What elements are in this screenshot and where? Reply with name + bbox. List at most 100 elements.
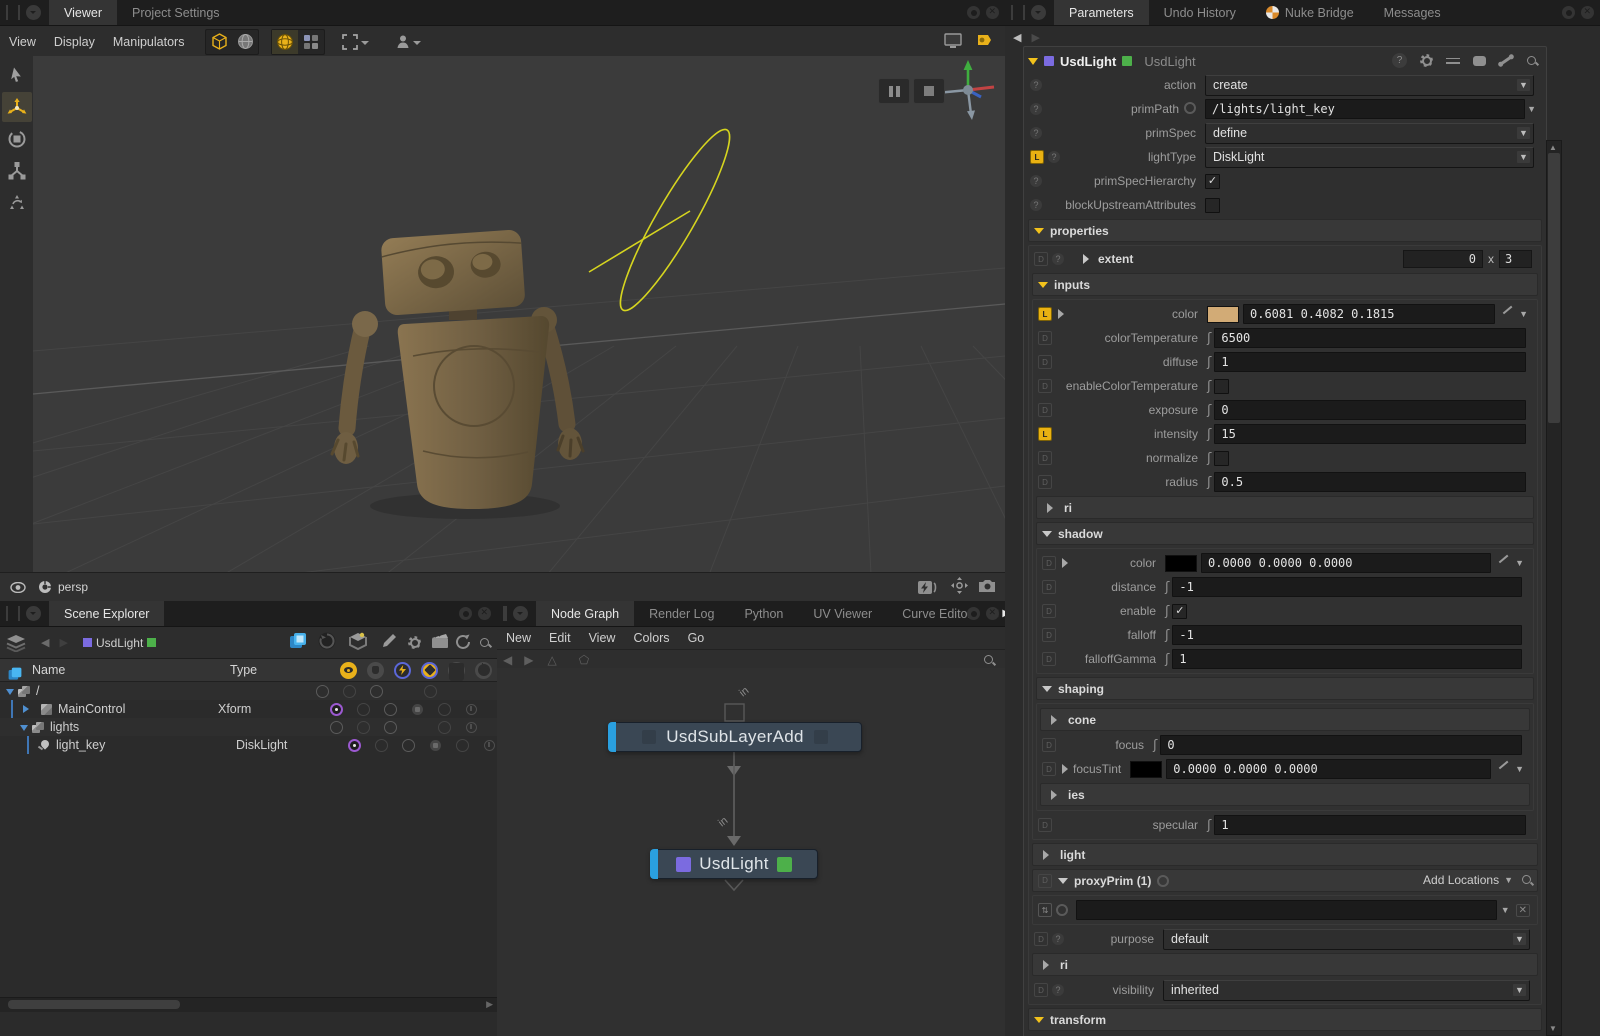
liveupdate-icon[interactable] <box>317 631 337 654</box>
help-badge-icon[interactable]: ? <box>1030 103 1042 115</box>
marquee-tool[interactable] <box>341 33 373 51</box>
visibility-toggle-on[interactable] <box>348 739 361 752</box>
help-badge-icon[interactable]: ? <box>1048 151 1060 163</box>
tab-nuke-bridge[interactable]: Nuke Bridge <box>1251 0 1369 25</box>
material-badge-icon[interactable] <box>430 740 441 751</box>
slider-toggle-icon[interactable]: ʃ <box>1165 652 1169 667</box>
diffuse-input[interactable]: 1 <box>1214 352 1526 372</box>
translate-tool[interactable] <box>2 92 32 122</box>
menu-edit[interactable]: Edit <box>540 631 580 645</box>
tiles-icon[interactable] <box>298 30 324 54</box>
globe-icon[interactable] <box>232 30 258 54</box>
clapperboard-icon[interactable] <box>431 633 449 652</box>
default-badge[interactable]: D <box>1038 403 1052 417</box>
specular-input[interactable]: 1 <box>1214 815 1526 835</box>
power-badge-icon[interactable] <box>466 704 477 715</box>
tab-project-settings[interactable]: Project Settings <box>117 0 235 25</box>
help-badge-icon[interactable]: ? <box>1052 253 1064 265</box>
default-badge[interactable]: D <box>1038 874 1052 888</box>
section-proxyprim[interactable]: D proxyPrim (1) Add Locations ▼ <box>1032 869 1538 892</box>
power-column-icon[interactable] <box>475 662 492 679</box>
panel-menu-icon[interactable] <box>26 606 41 621</box>
default-badge[interactable]: D <box>1038 818 1052 832</box>
collapse-icon[interactable] <box>1062 764 1073 774</box>
state-icon[interactable] <box>1184 102 1196 114</box>
cube-shaded-icon[interactable] <box>206 30 232 54</box>
default-badge[interactable]: D <box>1042 762 1056 776</box>
intensity-input[interactable]: 15 <box>1214 424 1526 444</box>
default-badge[interactable]: D <box>1042 628 1056 642</box>
refresh-icon[interactable] <box>454 633 471 653</box>
graph-up-icon[interactable]: △ <box>539 653 564 667</box>
scroll-down-icon[interactable]: ▼ <box>1549 1024 1557 1033</box>
tab-scene-explorer[interactable]: Scene Explorer <box>49 601 164 626</box>
shadow-color-values[interactable]: 0.0000 0.0000 0.0000 <box>1201 553 1491 573</box>
rotate-tool[interactable] <box>2 124 32 154</box>
panel-close-icon[interactable] <box>1581 6 1594 19</box>
menu-go[interactable]: Go <box>679 631 714 645</box>
visibility-toggle[interactable] <box>330 721 343 734</box>
slider-toggle-icon[interactable]: ʃ <box>1165 604 1169 619</box>
normalize-checkbox[interactable] <box>1214 451 1229 466</box>
graph-forward-icon[interactable]: ▶ <box>518 653 539 667</box>
render-toggle[interactable] <box>343 685 356 698</box>
blockupstream-checkbox[interactable] <box>1205 198 1220 213</box>
collapse-icon[interactable] <box>1058 309 1069 319</box>
state-icon[interactable] <box>1157 875 1169 887</box>
marquee-dropdown-icon[interactable] <box>361 41 369 49</box>
panel-float-icon[interactable] <box>967 6 980 19</box>
resolve-toggle[interactable] <box>370 685 383 698</box>
default-badge[interactable]: D <box>1034 983 1048 997</box>
panel-grip[interactable] <box>503 606 507 621</box>
section-shadow[interactable]: shadow <box>1036 522 1534 545</box>
lighttype-dropdown[interactable]: DiskLight▼ <box>1205 147 1534 168</box>
download-column-icon[interactable] <box>448 662 465 679</box>
local-value-badge[interactable]: L <box>1030 150 1044 164</box>
render-toggle[interactable] <box>357 703 370 716</box>
tab-messages[interactable]: Messages <box>1369 0 1456 25</box>
resolve-toggle[interactable] <box>384 721 397 734</box>
tab-python[interactable]: Python <box>729 601 798 626</box>
help-icon[interactable]: ? <box>1392 53 1407 68</box>
pan-mode-icon[interactable] <box>950 576 969 598</box>
panel-float-icon[interactable] <box>967 607 980 620</box>
section-inputs[interactable]: inputs <box>1032 273 1538 296</box>
colortemperature-input[interactable]: 6500 <box>1214 328 1526 348</box>
panel-close-icon[interactable] <box>986 607 999 620</box>
default-badge[interactable]: D <box>1034 252 1048 266</box>
primpath-input[interactable]: /lights/light_key <box>1205 99 1525 119</box>
gear-icon[interactable] <box>408 636 421 649</box>
local-value-badge[interactable]: L <box>1038 307 1052 321</box>
section-light[interactable]: light <box>1032 843 1538 866</box>
vertical-scrollbar[interactable]: ▲ ▼ <box>1546 140 1562 1036</box>
slider-toggle-icon[interactable]: ʃ <box>1153 738 1157 753</box>
radius-input[interactable]: 0.5 <box>1214 472 1526 492</box>
visibility-eye-icon[interactable] <box>340 662 357 679</box>
color-picker-pen-icon[interactable] <box>1495 762 1511 776</box>
slider-toggle-icon[interactable]: ʃ <box>1165 580 1169 595</box>
help-badge-icon[interactable]: ? <box>1030 127 1042 139</box>
menu-manipulators[interactable]: Manipulators <box>104 35 194 49</box>
wrench-icon[interactable] <box>1499 55 1512 65</box>
render-toggle[interactable] <box>357 721 370 734</box>
expander-icon[interactable] <box>23 705 33 713</box>
menu-view[interactable]: View <box>0 35 45 49</box>
primspec-dropdown[interactable]: define▼ <box>1205 123 1534 144</box>
add-locations-button[interactable]: Add Locations <box>1423 873 1499 887</box>
render-pot-icon[interactable] <box>347 631 369 654</box>
tab-viewer[interactable]: Viewer <box>49 0 117 25</box>
color-picker-pen-icon[interactable] <box>1495 556 1511 570</box>
focus-input[interactable]: 0 <box>1160 735 1522 755</box>
wireframe-sphere-icon[interactable] <box>272 30 298 54</box>
extent-value[interactable]: 0 <box>1403 250 1483 268</box>
collapse-icon[interactable] <box>1062 558 1073 568</box>
dropdown-icon[interactable]: ▼ <box>1501 905 1510 915</box>
camera-settings-icon[interactable] <box>977 578 997 596</box>
table-row-lights[interactable]: lights <box>0 718 497 736</box>
scrollbar-thumb[interactable] <box>8 1000 180 1009</box>
default-badge[interactable]: D <box>1038 355 1052 369</box>
slider-toggle-icon[interactable]: ʃ <box>1207 355 1211 370</box>
default-badge[interactable]: D <box>1042 738 1056 752</box>
remove-entry-icon[interactable]: ✕ <box>1516 904 1530 917</box>
node-usdsublayeradd[interactable]: UsdSubLayerAdd <box>608 722 862 752</box>
